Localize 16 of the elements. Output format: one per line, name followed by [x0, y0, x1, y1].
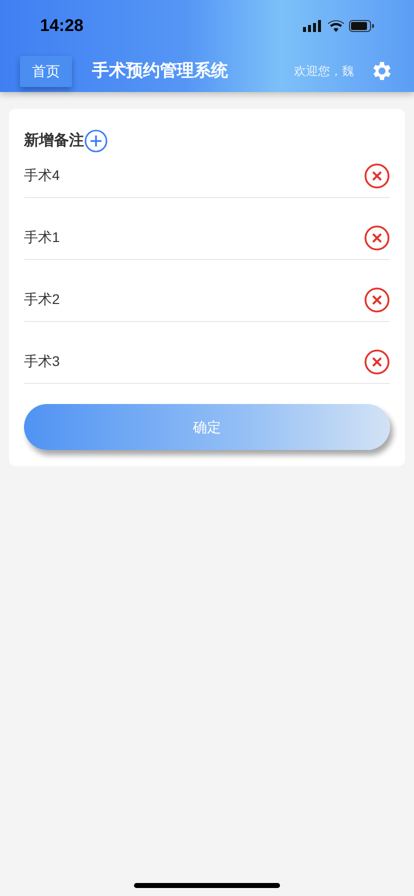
- delete-icon[interactable]: [364, 162, 390, 188]
- delete-icon[interactable]: [364, 348, 390, 374]
- battery-icon: [349, 20, 374, 32]
- signal-icon: [303, 20, 323, 32]
- note-field[interactable]: 手术1: [24, 227, 364, 248]
- note-field[interactable]: 手术2: [24, 289, 364, 310]
- note-field[interactable]: 手术3: [24, 351, 364, 372]
- app-title: 手术预约管理系统: [92, 60, 228, 82]
- status-time: 14:28: [40, 15, 84, 38]
- delete-icon[interactable]: [364, 286, 390, 312]
- card-title: 新增备注: [24, 130, 84, 151]
- note-field[interactable]: 手术4: [24, 165, 364, 186]
- delete-icon[interactable]: [364, 224, 390, 250]
- wifi-icon: [328, 20, 344, 32]
- add-icon[interactable]: [84, 129, 108, 153]
- greeting-text: 欢迎您，魏: [294, 63, 354, 80]
